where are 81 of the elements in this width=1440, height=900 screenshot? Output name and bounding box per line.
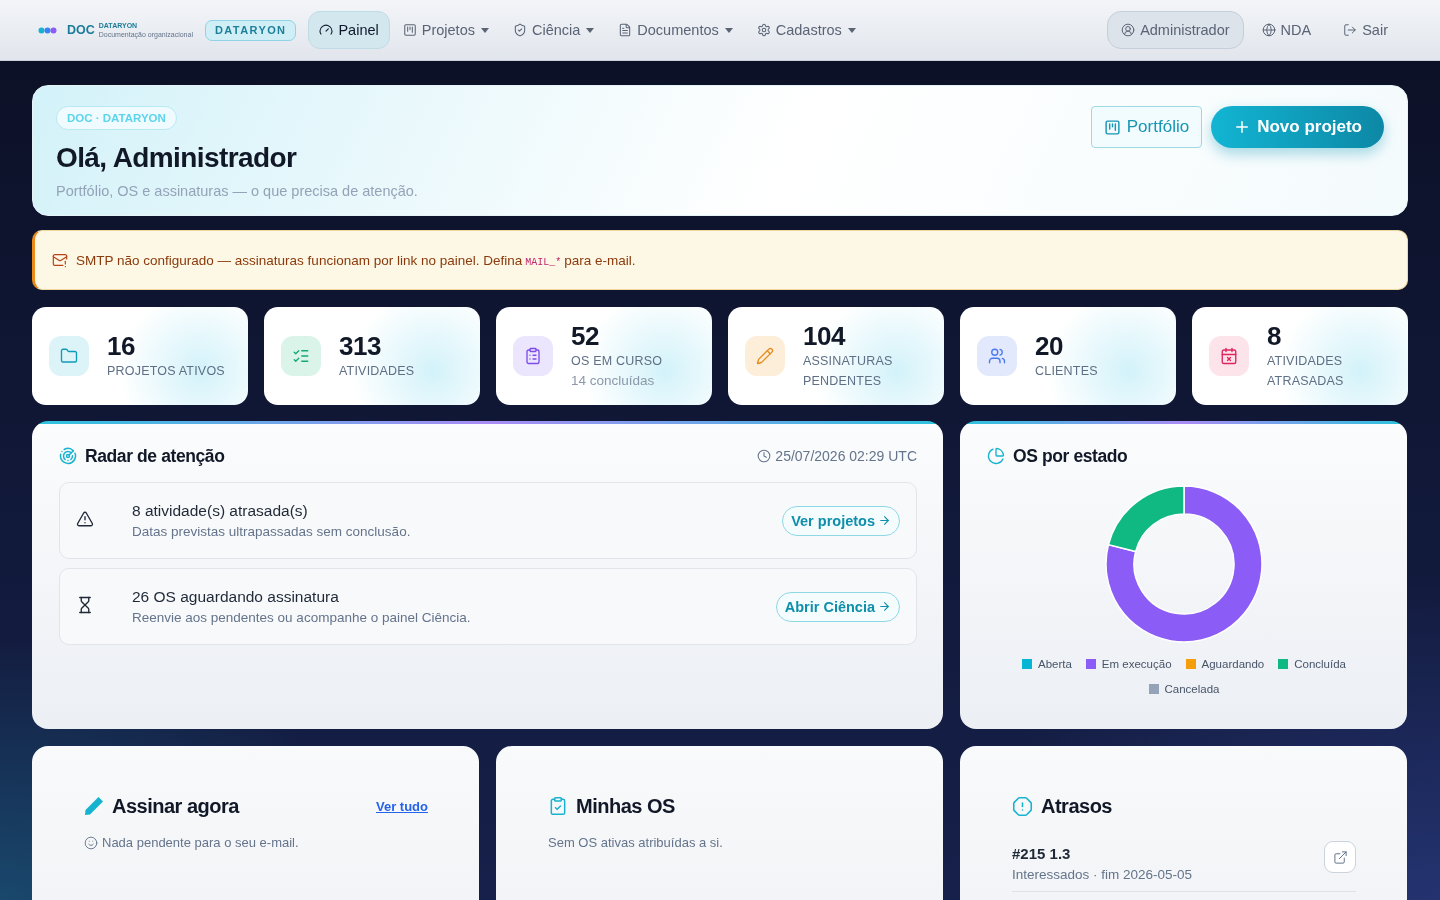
globe-icon bbox=[1261, 23, 1276, 37]
legend-label: Concluída bbox=[1294, 657, 1346, 672]
shield-icon bbox=[512, 23, 527, 37]
stat-note: 14 concluídas bbox=[571, 372, 655, 390]
stat-value: 104 bbox=[803, 321, 845, 351]
stat-value: 16 bbox=[107, 331, 135, 361]
stat-label: ATIVIDADES ATRASADAS bbox=[1267, 353, 1345, 390]
greeting-title: Olá, Administrador bbox=[56, 141, 297, 175]
clipboard-check-icon bbox=[548, 796, 568, 816]
stat-value: 20 bbox=[1035, 331, 1063, 361]
gauge-icon bbox=[319, 23, 334, 37]
nav-tab[interactable]: Projetos bbox=[391, 11, 500, 49]
action-button[interactable]: Abrir Ciência bbox=[775, 591, 900, 622]
stat-value: 52 bbox=[571, 321, 599, 351]
legend-label: Cancelada bbox=[1164, 682, 1220, 697]
arrow-right-icon bbox=[878, 600, 891, 613]
external-link-icon bbox=[1332, 849, 1348, 865]
pen-icon bbox=[84, 796, 104, 816]
kanban-icon bbox=[1103, 118, 1121, 136]
stat-label: PROJETOS ATIVOS bbox=[107, 363, 225, 380]
card-title: Atrasos bbox=[1041, 794, 1112, 818]
panel-title: Radar de atenção bbox=[85, 445, 225, 467]
stat-value: 8 bbox=[1267, 321, 1281, 351]
clipboard-icon bbox=[513, 336, 553, 376]
checklist-icon bbox=[281, 336, 321, 376]
logout-button[interactable]: Sair bbox=[1329, 11, 1402, 49]
kanban-icon bbox=[402, 23, 417, 37]
open-external-button[interactable] bbox=[1324, 841, 1356, 873]
delay-detail: Interessados · fim 2026-05-05 bbox=[1012, 867, 1193, 882]
attention-text: Datas previstas ultrapassadas sem conclusão. bbox=[132, 524, 412, 539]
empty-message: Sem OS ativas atribuídas a si. bbox=[548, 835, 723, 850]
attention-title: 26 OS aguardando assinatura bbox=[132, 588, 340, 606]
nav-tab[interactable]: Cadastros bbox=[745, 11, 867, 49]
stat-value: 313 bbox=[339, 331, 381, 361]
folder-icon bbox=[49, 336, 89, 376]
card-title: Assinar agora bbox=[112, 794, 239, 818]
document-icon bbox=[618, 23, 633, 37]
action-button[interactable]: Ver projetos bbox=[782, 505, 900, 536]
pie-chart-icon bbox=[987, 447, 1005, 465]
attention-text: Reenvie aos pendentes ou acompanhe o painel Ciência. bbox=[132, 610, 472, 625]
brand-badge: DATARYON bbox=[204, 19, 297, 41]
settings-icon bbox=[756, 23, 771, 37]
smile-icon bbox=[84, 835, 98, 850]
nav-tab[interactable]: Documentos bbox=[607, 11, 744, 49]
new-project-button[interactable]: Novo projeto bbox=[1211, 106, 1384, 148]
stat-label: OS EM CURSO bbox=[571, 353, 663, 370]
users-icon bbox=[977, 336, 1017, 376]
hourglass-icon bbox=[76, 595, 94, 614]
calendar-x-icon bbox=[1209, 336, 1249, 376]
legend-label: Aberta bbox=[1037, 657, 1072, 672]
mail-warning-icon bbox=[52, 252, 68, 268]
alert-message: SMTP não configurado — assinaturas funcionam por link no painel. Defina MAIL_* para e-mail. bbox=[76, 252, 636, 268]
stat-label: ASSINATURAS PENDENTES bbox=[803, 353, 894, 390]
nav-tab[interactable]: Painel bbox=[308, 11, 390, 49]
arrow-right-icon bbox=[878, 514, 891, 527]
radar-icon bbox=[59, 447, 77, 465]
empty-message: Nada pendente para o seu e-mail. bbox=[102, 835, 299, 850]
legend-label: Aguardando bbox=[1201, 657, 1265, 672]
card-title: Minhas OS bbox=[576, 794, 675, 818]
logo-title: DOC bbox=[67, 23, 95, 37]
greeting-subtitle: Portfólio, OS e assinaturas — o que precisa de atenção. bbox=[56, 183, 418, 199]
nav-tab[interactable]: Ciência bbox=[501, 11, 606, 49]
legend-label: Em execução bbox=[1101, 657, 1172, 672]
user-icon bbox=[1121, 23, 1136, 37]
stat-label: ATIVIDADES bbox=[339, 363, 415, 380]
clock-icon bbox=[757, 449, 772, 463]
warning-icon bbox=[76, 509, 94, 528]
brand-chip: DOC · DATARYON bbox=[56, 106, 177, 130]
portfolio-button[interactable]: Portfólio bbox=[1090, 106, 1203, 148]
account-button[interactable]: NDA bbox=[1247, 11, 1326, 49]
timestamp: 25/07/2026 02:29 UTC bbox=[775, 448, 917, 464]
stat-label: CLIENTES bbox=[1035, 363, 1098, 380]
panel-title: OS por estado bbox=[1013, 445, 1128, 467]
delay-code: #215 1.3 bbox=[1012, 845, 1072, 862]
attention-title: 8 atividade(s) atrasada(s) bbox=[132, 502, 309, 520]
logout-icon bbox=[1343, 23, 1358, 37]
logo-icon bbox=[38, 26, 57, 34]
pencil-icon bbox=[745, 336, 785, 376]
alert-octagon-icon bbox=[1012, 795, 1033, 817]
see-all-link[interactable]: Ver tudo bbox=[376, 798, 428, 814]
account-button[interactable]: Administrador bbox=[1107, 11, 1244, 49]
